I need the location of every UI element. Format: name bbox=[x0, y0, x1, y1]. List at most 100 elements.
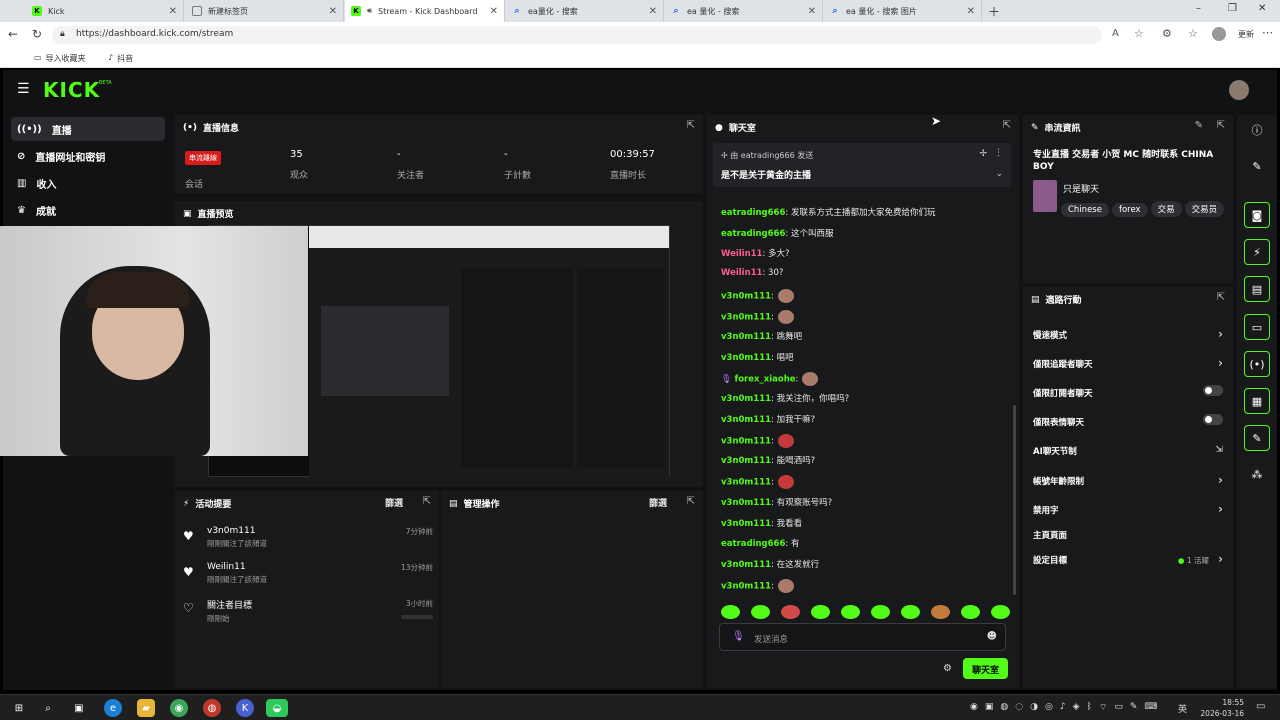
clock[interactable]: 18:55 2026-03-16 bbox=[1194, 697, 1244, 719]
close-window-icon[interactable]: ✕ bbox=[1258, 3, 1266, 14]
tab-search-2[interactable]: ⌕ ea 量化 - 搜索 ✕ bbox=[665, 0, 823, 22]
chat-username[interactable]: eatrading666 bbox=[721, 539, 785, 549]
kick-logo[interactable]: KICK bbox=[43, 78, 100, 102]
tab-kick[interactable]: K Kick ✕ bbox=[26, 0, 184, 22]
layout-widget-icon[interactable]: ▦ bbox=[1244, 388, 1270, 414]
obs-icon[interactable]: ◍ bbox=[203, 699, 221, 717]
unpin-icon[interactable]: ✢ bbox=[979, 149, 987, 159]
chat-scrollbar[interactable] bbox=[1013, 405, 1016, 595]
wechat-icon[interactable]: ◒ bbox=[266, 699, 288, 717]
windows-start-icon[interactable]: ⊞ bbox=[10, 699, 28, 717]
emote-icon[interactable] bbox=[751, 605, 770, 619]
chat-username[interactable]: v3n0m111 bbox=[721, 415, 771, 425]
chat-username[interactable]: v3n0m111 bbox=[721, 291, 771, 301]
tray-app-icon[interactable]: ◎ bbox=[1045, 702, 1053, 713]
tray-app-icon[interactable]: ◑ bbox=[1030, 702, 1038, 713]
mod-banned-words[interactable]: 禁用字 › bbox=[1033, 502, 1223, 516]
send-chat-button[interactable]: 聊天室 bbox=[963, 658, 1008, 679]
wrench-widget-icon[interactable]: ✎ bbox=[1244, 425, 1270, 451]
mod-slow-mode[interactable]: 慢速模式 › bbox=[1033, 327, 1223, 341]
chat-username[interactable]: v3n0m111 bbox=[721, 456, 771, 466]
new-tab-icon[interactable]: ＋ bbox=[988, 3, 1000, 20]
collections-icon[interactable]: ☆ bbox=[1188, 27, 1198, 40]
url-field[interactable]: 🔒︎ https://dashboard.kick.com/stream bbox=[52, 26, 1102, 44]
task-view-icon[interactable]: ▣ bbox=[70, 699, 88, 717]
popout-icon[interactable]: ⇱ bbox=[1003, 120, 1011, 131]
document-widget-icon[interactable]: ▤ bbox=[1244, 276, 1270, 302]
emote-icon[interactable] bbox=[841, 605, 860, 619]
emote-icon[interactable] bbox=[721, 605, 740, 619]
volume-icon[interactable]: ♪ bbox=[1060, 702, 1066, 713]
chat-settings-icon[interactable]: ⚙ bbox=[943, 663, 952, 674]
favorite-star-icon[interactable]: ☆ bbox=[1134, 27, 1144, 40]
chat-widget-icon[interactable]: ▭ bbox=[1244, 314, 1270, 340]
popout-icon[interactable]: ⇱ bbox=[1217, 120, 1225, 131]
close-tab-icon[interactable]: ✕ bbox=[329, 6, 337, 17]
filter-button[interactable]: 篩選 bbox=[385, 496, 403, 509]
lightning-widget-icon[interactable]: ⚡ bbox=[1244, 239, 1270, 265]
emote-icon[interactable] bbox=[781, 605, 800, 619]
emote-icon[interactable] bbox=[811, 605, 830, 619]
tab-search-3[interactable]: ⌕ ea 量化 - 搜索 图片 ✕ bbox=[824, 0, 982, 22]
chevron-down-icon[interactable]: ⌄ bbox=[995, 169, 1003, 179]
chat-input[interactable]: 🎙︎ 发送消息 ☻ bbox=[719, 623, 1006, 651]
read-aloud-icon[interactable]: A bbox=[1112, 28, 1119, 39]
profile-avatar[interactable] bbox=[1212, 27, 1226, 41]
info-icon[interactable]: ⓘ bbox=[1244, 117, 1270, 143]
tag[interactable]: 交易 bbox=[1150, 201, 1182, 217]
k-app-icon[interactable]: K bbox=[236, 699, 254, 717]
update-button[interactable]: 更新 bbox=[1238, 29, 1254, 40]
extensions-icon[interactable]: ⚙ bbox=[1162, 27, 1172, 40]
bookmark-import[interactable]: ▭ 导入收藏夹 bbox=[34, 53, 86, 64]
layout-settings-icon[interactable]: ⁂ bbox=[1244, 461, 1270, 487]
tray-app-icon[interactable]: ◍ bbox=[1000, 702, 1008, 713]
mod-followers-only[interactable]: 僅限追蹤者聊天 › bbox=[1033, 356, 1223, 370]
network-icon[interactable]: ◈ bbox=[1073, 702, 1080, 713]
search-icon[interactable]: ⌕ bbox=[39, 699, 57, 717]
chat-username[interactable]: forex_xiaohe bbox=[735, 374, 796, 384]
bluetooth-icon[interactable]: ᛒ bbox=[1086, 702, 1091, 713]
tray-app-icon[interactable]: ◌ bbox=[1015, 702, 1023, 713]
popout-icon[interactable]: ⇱ bbox=[687, 496, 695, 507]
mod-ai-moderation[interactable]: AI聊天节制 ⇲ bbox=[1033, 445, 1223, 457]
keyboard-icon[interactable]: ⌨ bbox=[1144, 702, 1157, 713]
chat-username[interactable]: v3n0m111 bbox=[721, 312, 771, 322]
bookmark-douyin[interactable]: ♪ 抖音 bbox=[108, 53, 133, 64]
edge-browser-icon[interactable]: e bbox=[104, 699, 122, 717]
chat-username[interactable]: v3n0m111 bbox=[721, 353, 771, 363]
emote-icon[interactable] bbox=[991, 605, 1010, 619]
mod-account-age[interactable]: 帳號年齡限制 › bbox=[1033, 473, 1223, 487]
nav-item-stream[interactable]: ((•)) 直播 bbox=[11, 117, 165, 141]
popout-icon[interactable]: ⇱ bbox=[1217, 292, 1225, 303]
chrome-icon[interactable]: ◉ bbox=[170, 699, 188, 717]
chat-username[interactable]: v3n0m111 bbox=[721, 519, 771, 529]
popout-icon[interactable]: ⇱ bbox=[687, 120, 695, 131]
filter-button[interactable]: 篩選 bbox=[649, 496, 667, 509]
broadcast-widget-icon[interactable]: (•) bbox=[1244, 351, 1270, 377]
close-tab-icon[interactable]: ✕ bbox=[490, 6, 498, 17]
tag[interactable]: forex bbox=[1111, 203, 1148, 217]
user-avatar[interactable] bbox=[1229, 80, 1249, 100]
tray-app-icon[interactable]: ◉ bbox=[970, 702, 978, 713]
chat-username[interactable]: eatrading666 bbox=[721, 229, 785, 239]
chat-username[interactable]: v3n0m111 bbox=[721, 581, 771, 591]
close-tab-icon[interactable]: ✕ bbox=[169, 6, 177, 17]
chat-username[interactable]: v3n0m111 bbox=[721, 478, 771, 488]
chat-username[interactable]: eatrading666 bbox=[721, 208, 785, 218]
emoji-icon[interactable]: ☻ bbox=[987, 631, 997, 642]
chat-username[interactable]: v3n0m111 bbox=[721, 394, 771, 404]
tag[interactable]: 交易员 bbox=[1184, 201, 1225, 217]
mod-home-page[interactable]: 主頁頁面 bbox=[1033, 529, 1223, 541]
camera-widget-icon[interactable]: ◙ bbox=[1244, 202, 1270, 228]
maximize-icon[interactable]: ❐ bbox=[1228, 3, 1237, 14]
tag[interactable]: Chinese bbox=[1061, 203, 1109, 217]
nav-item-revenue[interactable]: ▥ 收入 bbox=[11, 171, 165, 195]
emote-icon[interactable] bbox=[931, 605, 950, 619]
chat-username[interactable]: v3n0m111 bbox=[721, 498, 771, 508]
close-tab-icon[interactable]: ✕ bbox=[967, 6, 975, 17]
tray-app-icon[interactable]: ▣ bbox=[985, 702, 994, 713]
battery-icon[interactable]: ▭ bbox=[1114, 702, 1123, 713]
file-explorer-icon[interactable]: ▰ bbox=[137, 699, 155, 717]
hamburger-menu-icon[interactable]: ☰ bbox=[17, 81, 30, 97]
more-menu-icon[interactable]: ⋯ bbox=[1262, 26, 1273, 39]
